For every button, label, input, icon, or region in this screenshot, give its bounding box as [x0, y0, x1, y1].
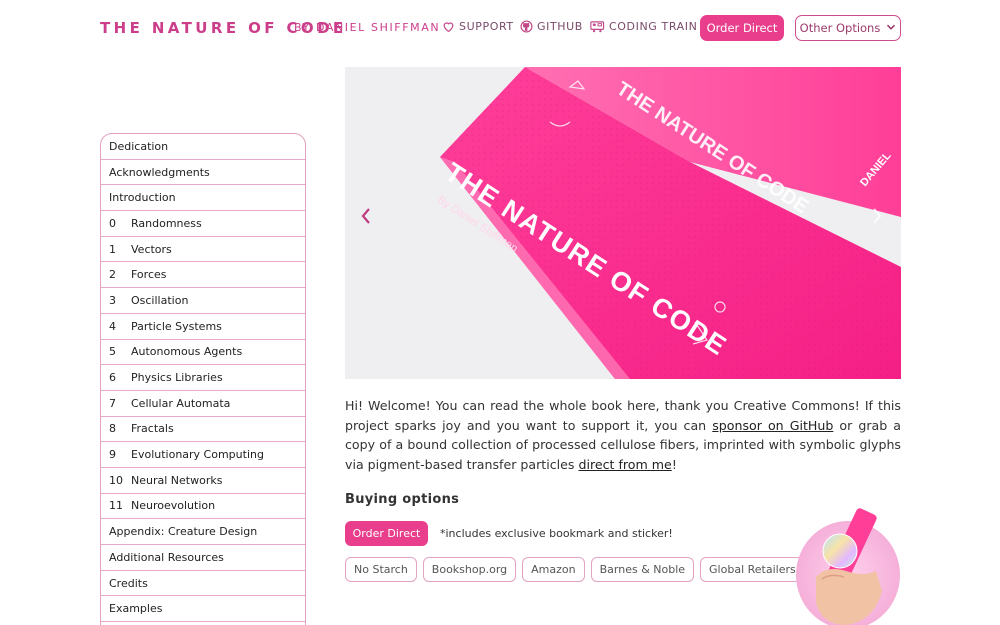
nav-github-link[interactable]: GITHUB — [520, 20, 583, 33]
carousel-next-button[interactable] — [871, 207, 883, 230]
buying-order-direct-button[interactable]: Order Direct — [345, 521, 428, 546]
retailer-button[interactable]: No Starch — [345, 557, 417, 582]
toc-item[interactable]: 7 Cellular Automata — [101, 391, 305, 417]
toc-item[interactable]: Credits — [101, 571, 305, 597]
intro-paragraph: Hi! Welcome! You can read the whole book… — [345, 396, 901, 474]
buying-options-heading: Buying options — [345, 492, 460, 507]
toc-item-number: 4 — [109, 319, 116, 333]
toc-item-label: Physics Libraries — [131, 371, 223, 385]
toc-item[interactable]: 5 Autonomous Agents — [101, 340, 305, 366]
toc-item-number: 8 — [109, 422, 116, 436]
bookmark-photo — [796, 507, 900, 625]
toc-item-number: 1 — [109, 242, 116, 256]
train-icon — [590, 20, 605, 33]
nav-coding-train-label: CODING TRAIN — [609, 20, 698, 33]
toc-item[interactable]: 10 Neural Networks — [101, 468, 305, 494]
nav-support-link[interactable]: SUPPORT — [442, 20, 514, 33]
toc-item-label: Credits — [109, 576, 148, 590]
other-options-dropdown[interactable]: Other Options — [795, 15, 901, 41]
chevron-right-icon — [873, 208, 882, 224]
retailer-button[interactable]: Global Retailers — [700, 557, 805, 582]
nav-coding-train-link[interactable]: CODING TRAIN — [590, 20, 697, 33]
toc-item[interactable]: Examples — [101, 596, 305, 623]
author-byline[interactable]: BY DANIEL SHIFFMAN — [294, 21, 440, 34]
toc-item-number: 7 — [109, 396, 116, 410]
carousel-prev-button[interactable] — [360, 207, 372, 230]
toc-item[interactable]: 11 Neuroevolution — [101, 494, 305, 520]
toc-item-label: Additional Resources — [109, 550, 224, 564]
toc-item[interactable]: Dedication — [101, 134, 305, 160]
toc-item[interactable]: 8 Fractals — [101, 417, 305, 443]
chevron-left-icon — [361, 208, 370, 224]
toc-item-label: Neural Networks — [131, 473, 223, 487]
toc-item-label: Neuroevolution — [131, 499, 216, 513]
toc-item-label: Introduction — [109, 191, 176, 205]
toc-item-label: Vectors — [131, 242, 172, 256]
retailer-buttons: No Starch Bookshop.org Amazon Barnes & Nobl… — [345, 557, 805, 582]
toc-item-label: Examples — [109, 602, 163, 616]
toc-item-number: 3 — [109, 293, 116, 307]
chevron-down-icon — [886, 21, 896, 35]
intro-text-part-3: ! — [671, 456, 677, 472]
direct-from-me-link[interactable]: direct from me — [578, 457, 671, 472]
toc-item-label: Autonomous Agents — [131, 345, 243, 359]
book-photo: THE NATURE OF CODE By Daniel Shiffman TH… — [345, 67, 901, 379]
site-header: THE NATURE OF CODE BY DANIEL SHIFFMAN SU… — [0, 0, 1000, 56]
retailer-button[interactable]: Bookshop.org — [422, 557, 517, 582]
book-photo-carousel: THE NATURE OF CODE By Daniel Shiffman TH… — [345, 67, 901, 379]
nav-support-label: SUPPORT — [459, 20, 514, 33]
order-direct-button[interactable]: Order Direct — [700, 15, 784, 41]
toc-item-number: 2 — [109, 268, 116, 282]
toc-item-label: Dedication — [109, 139, 169, 153]
toc-item[interactable]: 4 Particle Systems — [101, 314, 305, 340]
toc-item-number: 0 — [109, 216, 116, 230]
table-of-contents: Dedication Acknowledgments Introduction 0 Ra… — [100, 133, 306, 625]
toc-item-number: 11 — [109, 499, 123, 513]
toc-item[interactable]: Additional Resources — [101, 545, 305, 571]
toc-item-label: Acknowledgments — [109, 165, 210, 179]
toc-item-number: 5 — [109, 345, 116, 359]
toc-item-label: Oscillation — [131, 293, 189, 307]
toc-item-label: Cellular Automata — [131, 396, 231, 410]
toc-item[interactable]: Appendix: Creature Design — [101, 519, 305, 545]
sponsor-github-link[interactable]: sponsor on GitHub — [712, 418, 833, 433]
toc-item-label: Evolutionary Computing — [131, 448, 264, 462]
toc-item-number: 6 — [109, 371, 116, 385]
toc-item-number: 9 — [109, 448, 116, 462]
toc-item-label: Appendix: Creature Design — [109, 525, 258, 539]
toc-item-number: 10 — [109, 473, 123, 487]
toc-item-label: Particle Systems — [131, 319, 222, 333]
nav-github-label: GITHUB — [537, 20, 583, 33]
toc-item-label: Fractals — [131, 422, 174, 436]
github-icon — [520, 20, 533, 33]
toc-item[interactable]: Introduction — [101, 185, 305, 212]
toc-item[interactable]: 0 Randomness — [101, 211, 305, 237]
other-options-label: Other Options — [799, 21, 881, 35]
toc-item[interactable]: 2 Forces — [101, 262, 305, 289]
heart-icon — [442, 20, 455, 33]
toc-item[interactable]: 1 Vectors — [101, 237, 305, 263]
retailer-button[interactable]: Barnes & Noble — [590, 557, 695, 582]
retailer-button[interactable]: Amazon — [522, 557, 585, 582]
toc-item[interactable]: Acknowledgments — [101, 160, 305, 186]
toc-item[interactable]: 9 Evolutionary Computing — [101, 442, 305, 468]
toc-item[interactable]: 6 Physics Libraries — [101, 365, 305, 391]
toc-item[interactable]: 3 Oscillation — [101, 288, 305, 314]
toc-item-label: Randomness — [131, 216, 202, 230]
bookmark-note: *includes exclusive bookmark and sticker… — [440, 527, 673, 540]
toc-item-label: Forces — [131, 268, 167, 282]
